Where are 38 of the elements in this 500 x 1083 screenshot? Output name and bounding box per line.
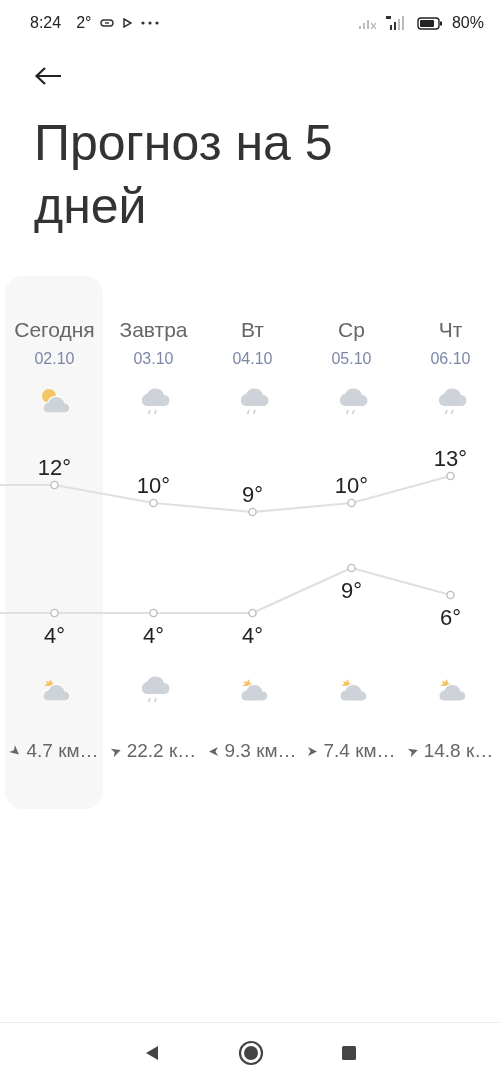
day-date: 03.10	[133, 350, 174, 368]
wind-speed: 9.3 км…	[224, 740, 297, 762]
more-icon	[141, 21, 160, 25]
battery-icon	[416, 16, 443, 30]
wind-arrow-icon	[208, 745, 220, 757]
day-date: 04.10	[232, 350, 273, 368]
temperature-label: 9°	[341, 578, 362, 603]
day-date: 02.10	[34, 350, 75, 368]
day-name: Ср	[338, 318, 365, 342]
home-nav-icon[interactable]	[238, 1040, 264, 1066]
temperature-label: 4°	[143, 623, 164, 648]
temperature-label: 12°	[37, 455, 72, 480]
temperature-label: 4°	[44, 623, 65, 648]
temperature-label: 9°	[242, 482, 263, 507]
wind-speed: 22.2 к…	[126, 740, 197, 762]
wind-speed: 14.8 к…	[423, 740, 494, 762]
temperature-label: 10°	[334, 473, 369, 498]
day-name: Завтра	[119, 318, 188, 342]
wind-speed: 7.4 км…	[323, 740, 396, 762]
status-temperature: 2°	[76, 14, 92, 32]
back-nav-icon[interactable]	[144, 1045, 160, 1061]
temperature-label: 6°	[440, 605, 461, 630]
play-icon	[123, 18, 133, 28]
day-date: 06.10	[430, 350, 471, 368]
temperature-label: 4°	[242, 623, 263, 648]
battery-percent: 80%	[451, 14, 484, 32]
signal-icon	[358, 17, 377, 29]
temperature-label: 10°	[136, 473, 171, 498]
status-time: 8:24	[30, 14, 62, 32]
page-title: Прогноз на 5 дней	[34, 114, 334, 236]
temperature-label: 13°	[433, 446, 468, 471]
wind-speed: 4.7 км…	[26, 740, 99, 762]
day-name: Вт	[241, 318, 264, 342]
day-date: 05.10	[331, 350, 372, 368]
wind-arrow-icon	[307, 745, 319, 757]
day-name: Чт	[438, 318, 463, 342]
link-icon	[100, 18, 115, 28]
day-name: Сегодня	[14, 318, 95, 342]
